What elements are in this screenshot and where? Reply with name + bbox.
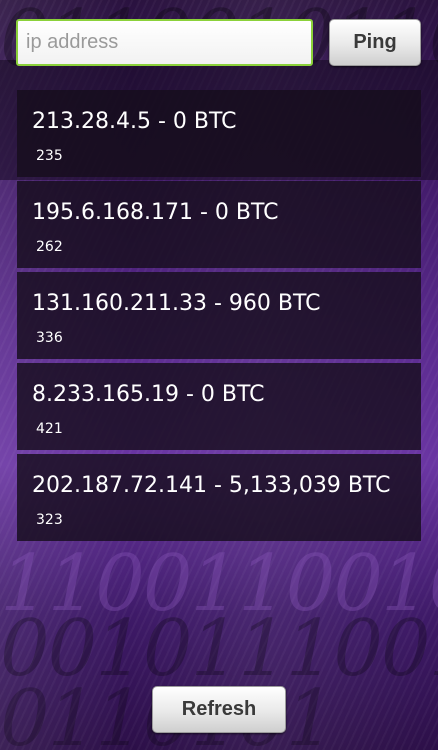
list-item[interactable]: 213.28.4.5 - 0 BTC 235 (17, 90, 421, 177)
list-item-latency: 421 (36, 421, 63, 437)
list-item-latency: 323 (36, 512, 63, 528)
background-binary-decoration: 00101110010 (0, 610, 438, 688)
list-item-latency: 336 (36, 330, 63, 346)
ip-address-input[interactable] (16, 19, 313, 66)
list-item-latency: 235 (36, 148, 63, 164)
refresh-button[interactable]: Refresh (152, 686, 286, 733)
list-item[interactable]: 195.6.168.171 - 0 BTC 262 (17, 181, 421, 268)
top-bar: Ping (16, 19, 421, 67)
list-item-title: 8.233.165.19 - 0 BTC (32, 382, 265, 407)
list-item[interactable]: 131.160.211.33 - 960 BTC 336 (17, 272, 421, 359)
background-binary-decoration: 11001100100 (0, 545, 438, 623)
list-item-title: 131.160.211.33 - 960 BTC (32, 291, 321, 316)
list-item-latency: 262 (36, 239, 63, 255)
results-list: 213.28.4.5 - 0 BTC 235 195.6.168.171 - 0… (17, 90, 421, 545)
ping-button[interactable]: Ping (329, 19, 421, 66)
list-item[interactable]: 202.187.72.141 - 5,133,039 BTC 323 (17, 454, 421, 541)
list-item[interactable]: 8.233.165.19 - 0 BTC 421 (17, 363, 421, 450)
list-item-title: 202.187.72.141 - 5,133,039 BTC (32, 473, 391, 498)
list-item-title: 195.6.168.171 - 0 BTC (32, 200, 279, 225)
list-item-title: 213.28.4.5 - 0 BTC (32, 109, 237, 134)
